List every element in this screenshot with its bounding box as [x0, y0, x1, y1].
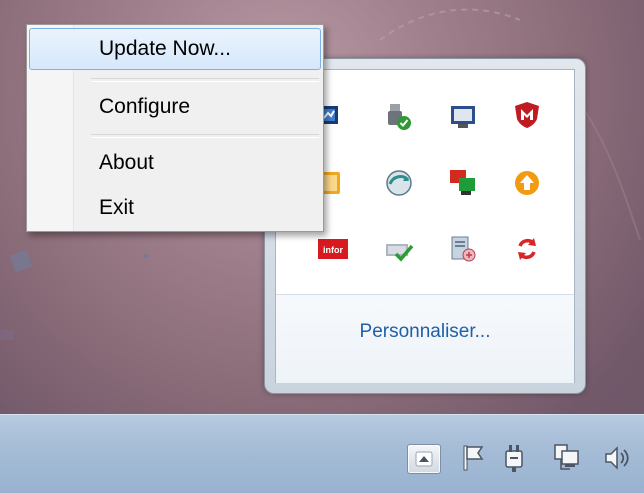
menu-separator [91, 78, 319, 82]
network-check-icon[interactable] [384, 234, 414, 264]
context-menu: Update Now... Configure About Exit [26, 24, 324, 232]
document-tool-icon[interactable] [448, 234, 478, 264]
mcafee-shield-icon[interactable] [512, 100, 542, 130]
menu-separator [91, 134, 319, 138]
menu-item-update-now[interactable]: Update Now... [29, 28, 321, 70]
show-hidden-icons-icon [415, 451, 433, 467]
menu-item-about[interactable]: About [29, 142, 321, 184]
network-icon[interactable] [550, 441, 584, 475]
refresh-arrows-icon[interactable] [512, 234, 542, 264]
show-hidden-icons-button[interactable] [407, 444, 441, 474]
usb-device-ok-icon[interactable] [384, 102, 414, 132]
power-plug-icon[interactable] [497, 441, 531, 475]
volume-icon[interactable] [600, 441, 634, 475]
sync-globe-icon[interactable] [384, 168, 414, 198]
update-arrow-icon[interactable] [512, 168, 542, 198]
svg-text:infor: infor [323, 245, 343, 255]
customize-link[interactable]: Personnaliser... [276, 321, 574, 343]
infor-icon[interactable]: infor [318, 234, 348, 264]
remote-screens-icon[interactable] [448, 168, 478, 198]
menu-item-configure[interactable]: Configure [29, 86, 321, 128]
notification-overflow-footer: Personnaliser... [276, 294, 574, 383]
taskbar [0, 414, 644, 493]
menu-item-exit[interactable]: Exit [29, 187, 321, 229]
display-icon[interactable] [448, 102, 478, 132]
action-center-flag-icon[interactable] [456, 441, 490, 475]
